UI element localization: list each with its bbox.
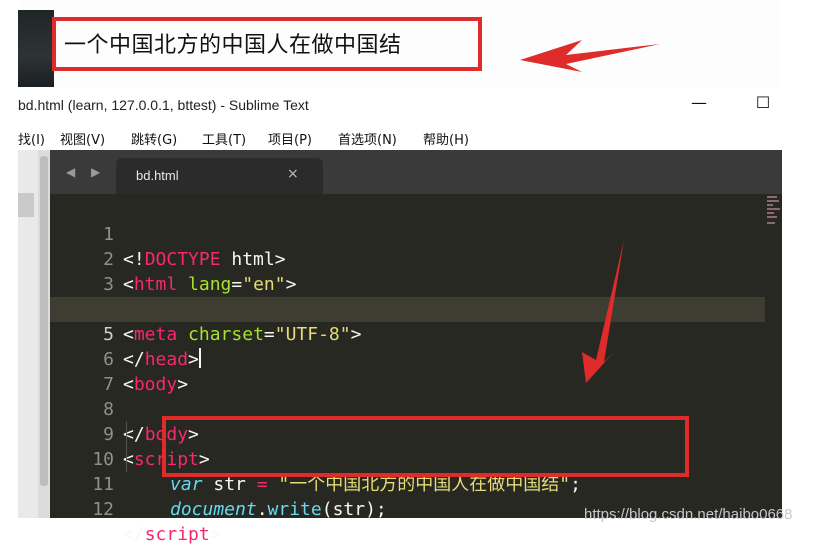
annotation-arrows-icon: [520, 40, 660, 383]
down-arrow-icon: [582, 240, 624, 383]
watermark-text: https://blog.csdn.net/haibo0668: [584, 506, 793, 523]
left-arrow-icon: [520, 40, 660, 72]
